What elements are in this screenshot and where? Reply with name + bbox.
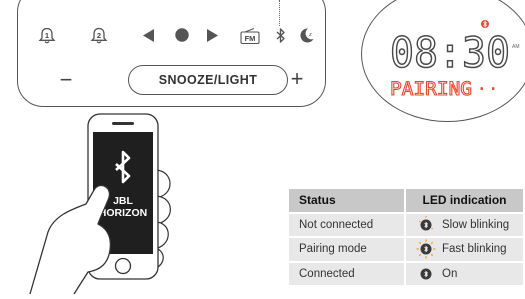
alarm-1-icon: 1 [38, 27, 56, 44]
fm-icon: FM [240, 27, 260, 44]
fm-button[interactable]: FM [239, 26, 261, 45]
clock-ampm: AM [512, 44, 520, 50]
status-cell: Connected [299, 267, 355, 280]
clock-display-callout: 08:30 AM PAIRING ·· [361, 0, 525, 122]
bluetooth-icon [276, 27, 285, 43]
status-column-header: Status [299, 193, 336, 208]
phone-in-hand-illustration: JBL HORIZON [29, 113, 171, 295]
play-pause-button[interactable] [173, 26, 191, 44]
led-indication-text: Slow blinking [442, 218, 510, 231]
next-button[interactable] [204, 27, 220, 43]
alarm-2-icon: 2 [90, 27, 108, 44]
sleep-button[interactable]: z [296, 25, 316, 45]
pairing-status-dots: ·· [476, 78, 499, 100]
alarm-2-button[interactable]: 2 [87, 24, 111, 48]
status-cell: Not connected [299, 218, 374, 231]
led-indication-column-header: LED indication [404, 189, 523, 213]
clock-time: 08:30 [390, 28, 510, 77]
previous-icon [143, 28, 154, 42]
pairing-status-text: PAIRING [390, 78, 472, 100]
led-indication-text: Fast blinking [442, 243, 507, 256]
bluetooth-button[interactable] [273, 25, 289, 45]
volume-up-button[interactable]: + [288, 68, 306, 90]
bluetooth-led-icon [481, 20, 489, 28]
fast-blink-led-icon [416, 239, 436, 259]
svg-text:FM: FM [245, 34, 256, 43]
volume-down-button[interactable]: − [58, 69, 74, 91]
phone-speaker [112, 122, 134, 125]
table-row: Not connected Slow blinking [289, 212, 523, 237]
table-row: Pairing mode Fast blinking [289, 237, 523, 262]
solid-on-led-icon [420, 268, 432, 280]
svg-text:2: 2 [97, 31, 101, 40]
clock-display: 08:30 AM PAIRING ·· [389, 20, 520, 101]
led-indication-text: On [442, 267, 458, 280]
phone-model-label: HORIZON [99, 207, 147, 219]
led-indication-cell: Slow blinking [404, 212, 523, 237]
phone-brand-label: JBL [113, 195, 133, 207]
snooze-light-button[interactable]: SNOOZE/LIGHT [128, 65, 288, 95]
svg-text:1: 1 [45, 31, 49, 40]
next-icon [207, 28, 218, 42]
play-icon [175, 28, 189, 42]
table-header-row: Status LED indication [289, 189, 523, 213]
table-row: Connected On [289, 261, 523, 285]
led-indication-cell: On [404, 261, 523, 285]
led-indication-cell: Fast blinking [404, 237, 523, 262]
slow-blink-led-icon [418, 215, 434, 231]
status-cell: Pairing mode [299, 243, 367, 256]
alarm-1-button[interactable]: 1 [35, 24, 59, 48]
led-indication-table: Status LED indication Not connected Slow… [289, 189, 523, 285]
previous-button[interactable] [141, 27, 157, 43]
bluetooth-callout-line [279, 0, 280, 26]
svg-text:z: z [309, 32, 312, 38]
sleep-icon: z [299, 27, 313, 42]
